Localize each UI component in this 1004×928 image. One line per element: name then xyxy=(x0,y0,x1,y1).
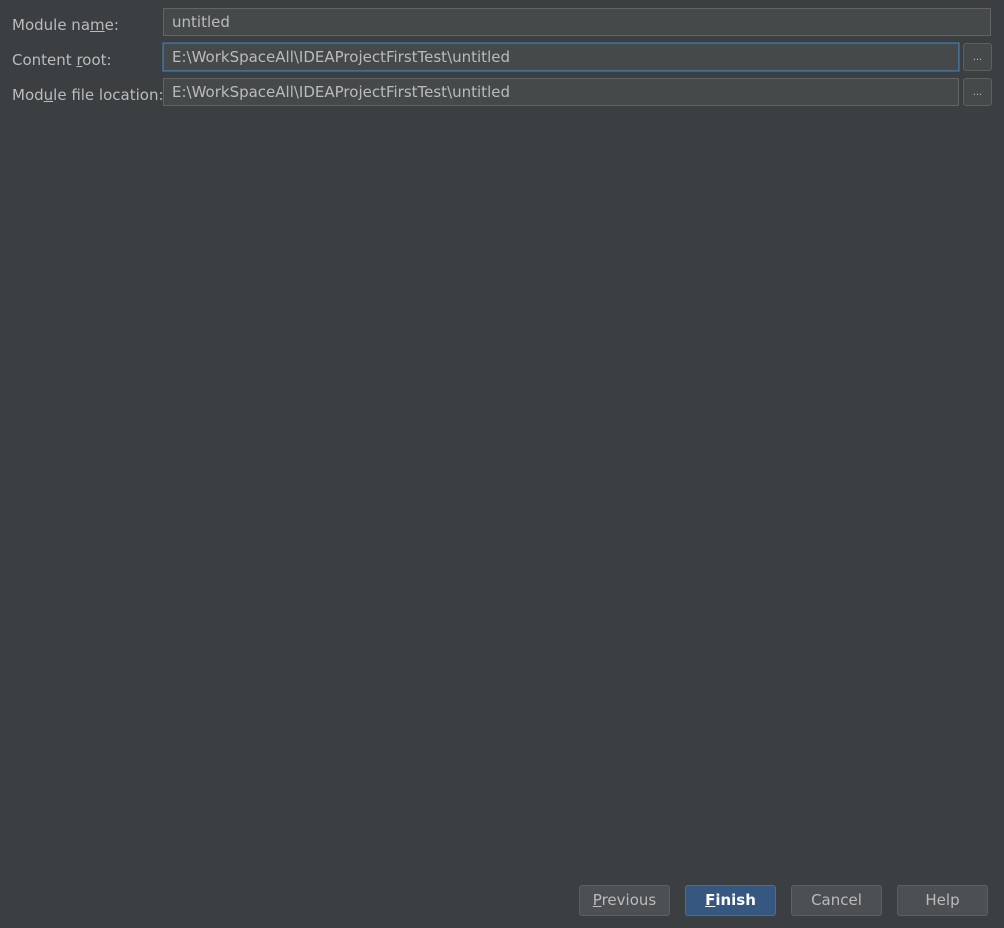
content-root-label: Content root: xyxy=(12,43,112,73)
content-root-browse-button[interactable]: ... xyxy=(963,43,992,71)
content-root-input[interactable] xyxy=(163,43,959,71)
module-file-location-input[interactable] xyxy=(163,78,959,106)
finish-mnemonic: F xyxy=(705,891,716,909)
module-file-location-label: Module file location: xyxy=(12,78,164,108)
previous-label-rest: revious xyxy=(601,891,657,909)
help-button[interactable]: Help xyxy=(897,885,988,916)
previous-button[interactable]: Previous xyxy=(579,885,670,916)
module-name-label-end: e: xyxy=(104,16,119,34)
module-file-location-label-start: Mod xyxy=(12,86,44,104)
content-root-row: Content root: ... xyxy=(0,43,1004,73)
module-name-label-mnemonic: m xyxy=(90,16,105,34)
module-name-label-start: Module na xyxy=(12,16,91,34)
module-name-label: Module name: xyxy=(12,8,119,38)
module-file-location-label-end: le file location: xyxy=(53,86,164,104)
finish-button[interactable]: Finish xyxy=(685,885,776,916)
finish-label-rest: inish xyxy=(715,891,756,909)
previous-mnemonic: P xyxy=(592,891,602,909)
cancel-button[interactable]: Cancel xyxy=(791,885,882,916)
content-root-label-end: oot: xyxy=(82,51,112,69)
module-name-row: Module name: xyxy=(0,8,1004,38)
dialog-button-bar: Previous Finish Cancel Help xyxy=(0,885,1004,917)
module-file-location-browse-button[interactable]: ... xyxy=(963,78,992,106)
module-name-input[interactable] xyxy=(163,8,991,36)
module-file-location-label-mnemonic: u xyxy=(43,86,54,104)
module-file-location-row: Module file location: ... xyxy=(0,78,1004,108)
content-root-label-start: Content xyxy=(12,51,77,69)
new-module-dialog: Module name: Content root: ... Module fi… xyxy=(0,0,1004,928)
